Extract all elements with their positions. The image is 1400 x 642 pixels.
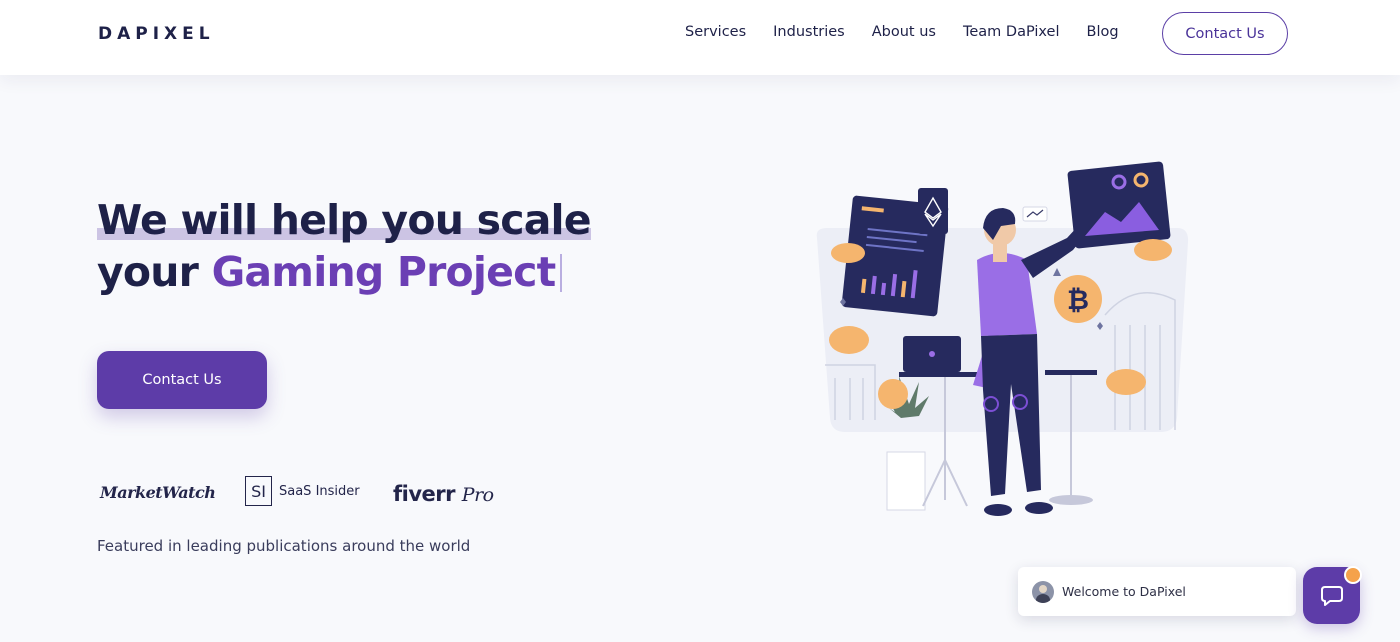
chat-welcome-text: Welcome to DaPixel xyxy=(1062,584,1186,599)
chat-welcome-bubble[interactable]: Welcome to DaPixel xyxy=(1018,567,1296,616)
bitcoin-coin-icon: ₿ xyxy=(1067,285,1089,316)
chat-notification-badge xyxy=(1344,566,1362,584)
nav-item-industries[interactable]: Industries xyxy=(773,24,845,40)
nav-item-services[interactable]: Services xyxy=(685,24,746,40)
nav-item-blog[interactable]: Blog xyxy=(1087,24,1119,40)
saas-insider-wordmark: SaaS Insider xyxy=(279,483,360,499)
agent-avatar xyxy=(1032,580,1054,603)
hero-illustration: ₿ xyxy=(816,161,1189,516)
featured-logos: MarketWatch SI SaaS Insider fiverr Pro xyxy=(100,474,520,514)
chat-icon xyxy=(1320,585,1343,606)
ethereum-card-icon xyxy=(918,188,948,234)
featured-caption: Featured in leading publications around … xyxy=(97,537,471,555)
marketwatch-logo: MarketWatch xyxy=(100,483,216,502)
hero-contact-button[interactable]: Contact Us xyxy=(97,351,267,409)
site-header: DAPIXEL Services Industries About us Tea… xyxy=(0,0,1400,75)
brand-logo[interactable]: DAPIXEL xyxy=(98,24,215,44)
saas-insider-logo: SI SaaS Insider xyxy=(245,476,360,506)
typing-caret xyxy=(559,254,562,292)
bitcoin-symbol: ₿ xyxy=(1067,285,1089,316)
headline-accent: Gaming Project xyxy=(211,248,557,296)
nav-item-team[interactable]: Team DaPixel xyxy=(963,24,1060,40)
fiverr-wordmark: fiverr xyxy=(393,482,455,506)
headline-line-1: We will help you scale xyxy=(97,196,592,244)
nav-item-about-us[interactable]: About us xyxy=(872,24,936,40)
hero-headline: We will help you scale your Gaming Proje… xyxy=(97,194,592,298)
headline-line-2-prefix: your xyxy=(97,248,212,296)
fiverr-pro-logo: fiverr Pro xyxy=(393,482,494,506)
saas-insider-mark: SI xyxy=(245,476,272,506)
fiverr-pro-mark: Pro xyxy=(461,484,494,506)
header-contact-button[interactable]: Contact Us xyxy=(1162,12,1288,55)
main-nav: Services Industries About us Team DaPixe… xyxy=(685,24,1146,40)
